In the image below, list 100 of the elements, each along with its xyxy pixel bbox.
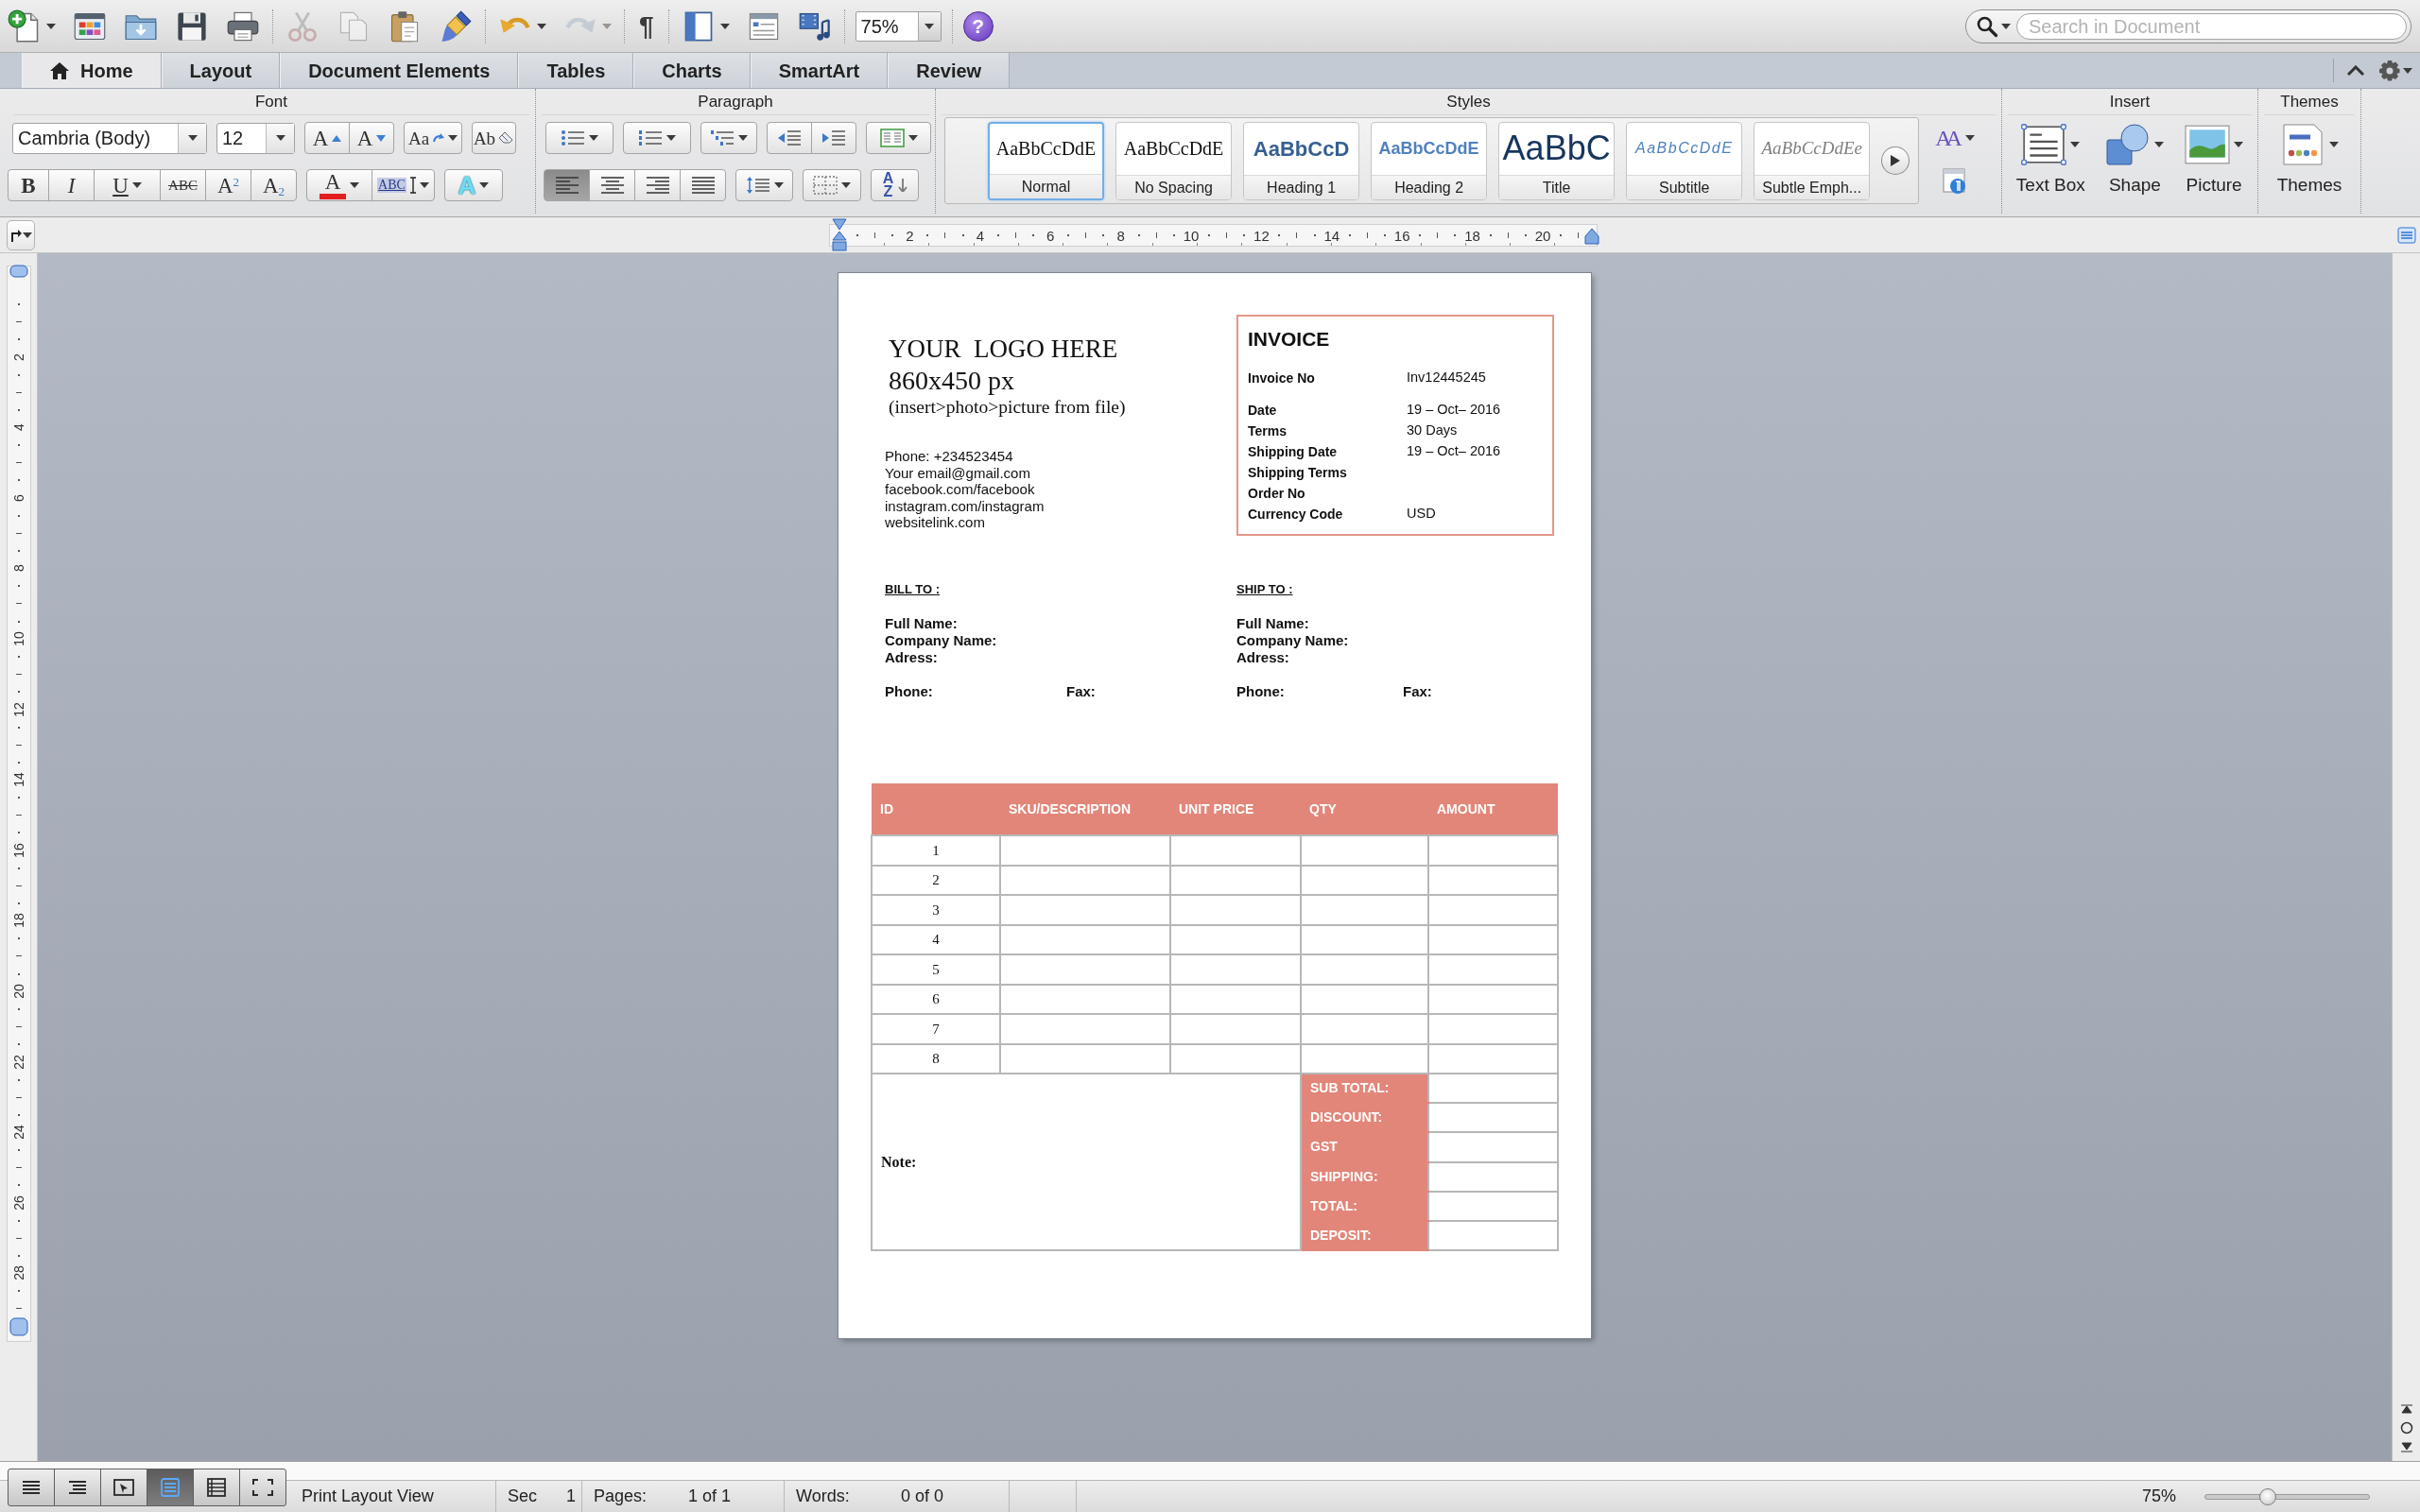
- caret-icon: [841, 182, 851, 188]
- field-value: 19 – Oct– 2016: [1407, 442, 1501, 461]
- decrease-indent-button[interactable]: [767, 122, 812, 154]
- numbering-button[interactable]: [623, 122, 691, 154]
- search-options-button[interactable]: [1976, 14, 2011, 38]
- right-indent-marker-icon: [1584, 227, 1599, 245]
- lines-panel-icon: [2397, 226, 2416, 244]
- slider-thumb[interactable]: [2258, 1487, 2276, 1505]
- change-case-button[interactable]: Aa: [404, 122, 462, 154]
- focus-view-button[interactable]: [239, 1468, 286, 1506]
- align-center-button[interactable]: [589, 169, 635, 201]
- picture-button[interactable]: Picture: [2185, 121, 2244, 199]
- total-label: SHIPPING:: [1301, 1161, 1428, 1192]
- table-cell: 4: [872, 924, 1000, 954]
- publishing-view-button[interactable]: [100, 1468, 147, 1506]
- section-heading: SHIP TO :: [1236, 581, 1293, 598]
- print-layout-view-button[interactable]: [147, 1468, 194, 1506]
- status-label: Sec: [508, 1486, 539, 1507]
- view-toggle-button[interactable]: [2397, 226, 2416, 244]
- tab[interactable]: Review: [888, 53, 1011, 88]
- justify-button[interactable]: [680, 169, 726, 201]
- table-cell: 6: [872, 984, 1000, 1014]
- superscript-button[interactable]: A$^{2}$: [205, 169, 251, 201]
- style-item[interactable]: AaBbCcDdE Heading 2: [1371, 121, 1488, 200]
- style-item[interactable]: AaBbC Title: [1498, 121, 1616, 200]
- tab[interactable]: Tables: [518, 53, 634, 88]
- margin-marker-icon: [9, 1317, 28, 1336]
- group-title: Paragraph: [542, 89, 929, 115]
- ruler-number: 6: [12, 493, 26, 502]
- note-cell: Note:: [872, 1074, 1301, 1251]
- field-label: Full Name:: [885, 615, 958, 632]
- contact-line: websitelink.com: [885, 514, 985, 531]
- text-box-button[interactable]: Text Box: [2015, 121, 2085, 199]
- clear-formatting-button[interactable]: Ab: [472, 122, 516, 154]
- change-styles-button[interactable]: AA: [1935, 121, 1975, 155]
- grow-font-button[interactable]: A: [304, 122, 350, 154]
- styles-pane-button[interactable]: [1943, 168, 1967, 195]
- tab[interactable]: Charts: [633, 53, 751, 88]
- tab[interactable]: SmartArt: [750, 53, 889, 88]
- font-color-button[interactable]: A: [306, 169, 372, 201]
- browse-object-button[interactable]: [2399, 1421, 2413, 1435]
- gallery-next-button[interactable]: [1881, 146, 1910, 175]
- curved-arrow-icon: [433, 133, 445, 143]
- ruler-number: 16: [12, 843, 26, 858]
- style-item[interactable]: AaBbCcDdE No Spacing: [1115, 121, 1233, 200]
- sort-button[interactable]: AZ: [871, 169, 919, 201]
- formatting-marks-button[interactable]: ¶: [635, 7, 658, 45]
- italic-button[interactable]: I: [48, 169, 95, 201]
- align-right-button[interactable]: [634, 169, 681, 201]
- strikethrough-button[interactable]: ABC: [160, 169, 206, 201]
- shapes-icon: [2105, 124, 2152, 165]
- caret-icon: [666, 135, 676, 141]
- tab[interactable]: Home: [22, 53, 162, 88]
- tab-stop-button[interactable]: [7, 219, 35, 250]
- ruler-number: 28: [12, 1265, 26, 1281]
- subscript-button[interactable]: A$_{2}$: [251, 169, 297, 201]
- bold-button[interactable]: B: [8, 169, 49, 201]
- section-heading: BILL TO :: [885, 581, 941, 598]
- bullets-button[interactable]: [545, 122, 614, 154]
- margin-marker-icon: [9, 265, 28, 278]
- style-item[interactable]: AaBbCcDdEe Subtle Emph...: [1754, 121, 1871, 200]
- screen-corners-icon: [251, 1477, 274, 1497]
- caret-icon: [419, 182, 429, 188]
- landscape-picture-icon: [2185, 124, 2231, 165]
- caret-icon: [187, 135, 198, 141]
- style-item[interactable]: AaBbCcDdE Normal: [988, 121, 1105, 200]
- columns-button[interactable]: [866, 122, 931, 154]
- borders-button[interactable]: [803, 169, 861, 201]
- highlight-button[interactable]: ABC: [372, 169, 435, 201]
- caret-icon: [2234, 142, 2244, 147]
- themes-button[interactable]: Themes: [2276, 121, 2342, 199]
- style-item[interactable]: AaBbCcDdE Subtitle: [1626, 121, 1743, 200]
- align-left-button[interactable]: [544, 169, 590, 201]
- triangle-down-icon: [376, 134, 387, 142]
- pane-icon: [1943, 168, 1967, 195]
- style-item[interactable]: AaBbCcD Heading 1: [1243, 121, 1360, 200]
- outline-view-button[interactable]: [54, 1468, 101, 1506]
- shape-button[interactable]: Shape: [2105, 121, 2165, 199]
- tab[interactable]: Layout: [161, 53, 281, 88]
- draft-view-button[interactable]: [8, 1468, 55, 1506]
- next-page-button[interactable]: [2399, 1442, 2413, 1453]
- contact-line: Phone: +234523454: [885, 448, 1013, 465]
- zoom-slider[interactable]: [2204, 1486, 2370, 1506]
- status-label: Words:: [796, 1486, 851, 1507]
- underline-button[interactable]: U: [94, 169, 161, 201]
- line-spacing-button[interactable]: [735, 169, 793, 201]
- increase-indent-button[interactable]: [811, 122, 856, 154]
- eraser-icon: [499, 132, 515, 144]
- page-pointer-icon: [112, 1477, 135, 1497]
- font-name-combo[interactable]: Cambria (Body): [12, 122, 207, 154]
- field-label: Invoice No: [1248, 369, 1316, 387]
- tab[interactable]: Document Elements: [280, 53, 519, 88]
- notebook-view-button[interactable]: [193, 1468, 240, 1506]
- zoom-combo[interactable]: 75%: [855, 10, 942, 42]
- previous-page-button[interactable]: [2399, 1402, 2413, 1414]
- shrink-font-button[interactable]: A: [349, 122, 394, 154]
- search-field[interactable]: Search in Document: [2016, 12, 2407, 40]
- font-size-combo[interactable]: 12: [216, 122, 295, 154]
- align-center-icon: [599, 176, 625, 195]
- multilevel-list-button[interactable]: [700, 122, 757, 154]
